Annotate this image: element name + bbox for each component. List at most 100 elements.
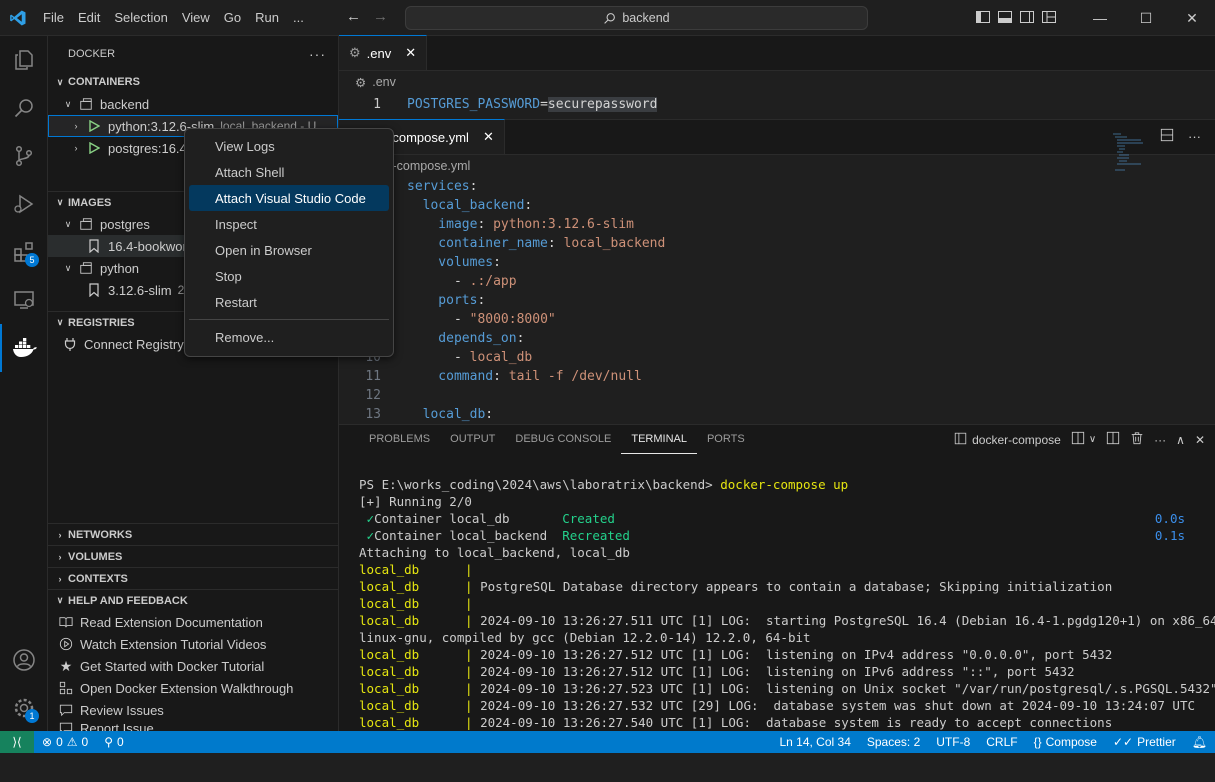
encoding[interactable]: UTF-8	[928, 731, 978, 753]
star-icon: ★	[59, 657, 73, 674]
panel-actions: docker-compose ∨ ··· ∧ ✕	[954, 431, 1205, 448]
explorer-icon[interactable]	[0, 36, 48, 84]
menu-more[interactable]: ...	[286, 0, 311, 36]
source-control-icon[interactable]	[0, 132, 48, 180]
tab-debug-console[interactable]: DEBUG CONSOLE	[505, 425, 621, 454]
menu-item-restart[interactable]: Restart	[189, 289, 389, 315]
log-message: 2024-09-10 13:26:27.512 UTC [1] LOG: lis…	[480, 647, 1113, 662]
menu-file[interactable]: File	[36, 0, 71, 36]
close-window-icon[interactable]: ✕	[1169, 0, 1215, 36]
menu-bar: File Edit Selection View Go Run ...	[36, 0, 311, 36]
tab-problems[interactable]: PROBLEMS	[359, 425, 440, 454]
section-volumes[interactable]: › VOLUMES	[48, 545, 338, 567]
chevron-down-icon[interactable]: ∨	[1089, 434, 1096, 445]
accounts-icon[interactable]	[0, 636, 48, 684]
image-group-label: postgres	[100, 216, 150, 232]
section-networks[interactable]: › NETWORKS	[48, 523, 338, 545]
ports-status[interactable]: ⚲ 0	[96, 731, 131, 753]
toggle-panel-icon[interactable]	[997, 9, 1013, 25]
tab-output[interactable]: OUTPUT	[440, 425, 505, 454]
editor-more-icon[interactable]: ···	[1188, 129, 1201, 144]
help-item-walkthrough[interactable]: Open Docker Extension Walkthrough	[48, 677, 338, 699]
connect-registry-label: Connect Registry...	[84, 336, 194, 352]
run-debug-icon[interactable]	[0, 180, 48, 228]
menu-item-inspect[interactable]: Inspect	[189, 211, 389, 237]
language-mode[interactable]: {} Compose	[1026, 731, 1105, 753]
split-terminal-icon[interactable]	[1071, 431, 1085, 448]
section-containers[interactable]: ∨ CONTAINERS	[48, 71, 338, 93]
log-separator: |	[465, 698, 481, 713]
minimize-icon[interactable]: —	[1077, 0, 1123, 36]
minimap[interactable]	[1113, 132, 1163, 182]
plug-icon	[60, 337, 80, 351]
code-line: 5 volumes:	[339, 253, 1215, 272]
section-title: VOLUMES	[68, 550, 123, 563]
code-line: 6 - .:/app	[339, 272, 1215, 291]
more-actions-icon[interactable]: ···	[309, 46, 326, 62]
help-item-videos[interactable]: Watch Extension Tutorial Videos	[48, 633, 338, 655]
terminal-selector[interactable]: docker-compose	[954, 432, 1061, 448]
menu-item-attach-vscode[interactable]: Attach Visual Studio Code	[189, 185, 389, 211]
menu-item-attach-shell[interactable]: Attach Shell	[189, 159, 389, 185]
menu-go[interactable]: Go	[217, 0, 248, 36]
help-item-review[interactable]: Review Issues	[48, 699, 338, 721]
trash-icon[interactable]	[1130, 431, 1144, 448]
yaml-key: image	[407, 217, 478, 232]
problems-status[interactable]: ⊗ 0 ⚠ 0	[34, 731, 96, 753]
cursor-position[interactable]: Ln 14, Col 34	[771, 731, 858, 753]
extensions-icon[interactable]: 5	[0, 228, 48, 276]
docker-icon[interactable]	[0, 324, 48, 372]
container-group-backend[interactable]: ∨ backend	[48, 93, 338, 115]
search-view-icon[interactable]	[0, 84, 48, 132]
close-panel-icon[interactable]: ✕	[1195, 433, 1205, 447]
panel-more-icon[interactable]: ···	[1154, 433, 1166, 447]
yaml-key: services	[407, 179, 470, 194]
code-line: 8 - "8000:8000"	[339, 310, 1215, 329]
menu-edit[interactable]: Edit	[71, 0, 107, 36]
code-line: 4 container_name: local_backend	[339, 234, 1215, 253]
tab-terminal[interactable]: TERMINAL	[621, 425, 697, 454]
menu-selection[interactable]: Selection	[107, 0, 174, 36]
help-item-report[interactable]: Report Issue	[48, 721, 338, 731]
breadcrumb-env: ⚙ .env	[339, 71, 1215, 93]
compose-code[interactable]: 1services: 2 local_backend: 3 image: pyt…	[339, 177, 1215, 424]
section-title: NETWORKS	[68, 528, 133, 541]
customize-layout-icon[interactable]	[1041, 9, 1057, 25]
container-status-line: ✓Container local_db Created 0.0s	[359, 510, 1209, 527]
log-line: local_db | 2024-09-10 13:26:27.511 UTC [1…	[359, 612, 1215, 629]
maximize-panel-icon[interactable]: ∧	[1176, 433, 1185, 447]
menu-view[interactable]: View	[175, 0, 217, 36]
env-code[interactable]: 1 POSTGRES_PASSWORD=securepassword	[339, 93, 1215, 114]
prettier-status[interactable]: ✓✓ Prettier	[1105, 731, 1184, 753]
help-item-docs[interactable]: Read Extension Documentation	[48, 611, 338, 633]
menu-item-stop[interactable]: Stop	[189, 263, 389, 289]
back-arrow-icon[interactable]: ←	[346, 8, 361, 25]
tab-env[interactable]: ⚙ .env ✕	[339, 35, 428, 70]
manage-gear-icon[interactable]: 1	[0, 684, 48, 732]
close-tab-icon[interactable]: ✕	[405, 45, 416, 61]
sidebar-title: DOCKER	[68, 47, 116, 60]
close-tab-icon[interactable]: ✕	[483, 129, 494, 145]
remote-explorer-icon[interactable]	[0, 276, 48, 324]
menu-run[interactable]: Run	[248, 0, 286, 36]
menu-separator	[189, 319, 389, 320]
tab-ports[interactable]: PORTS	[697, 425, 755, 454]
command-center-search[interactable]: backend	[405, 6, 868, 30]
split-panel-icon[interactable]	[1106, 431, 1120, 448]
menu-item-remove[interactable]: Remove...	[189, 324, 389, 350]
toggle-sidebar-icon[interactable]	[975, 9, 991, 25]
maximize-icon[interactable]: ☐	[1123, 0, 1169, 36]
section-contexts[interactable]: › CONTEXTS	[48, 567, 338, 589]
menu-item-view-logs[interactable]: View Logs	[189, 133, 389, 159]
indentation[interactable]: Spaces: 2	[859, 731, 928, 753]
section-help[interactable]: ∨ HELP AND FEEDBACK	[48, 589, 338, 611]
toggle-secondary-sidebar-icon[interactable]	[1019, 9, 1035, 25]
remote-indicator-icon[interactable]: ⟩⟨	[0, 731, 34, 753]
log-message: linux-gnu, compiled by gcc (Debian 12.2.…	[359, 630, 811, 645]
forward-arrow-icon[interactable]: →	[373, 8, 388, 25]
menu-item-open-browser[interactable]: Open in Browser	[189, 237, 389, 263]
help-label: Review Issues	[80, 702, 164, 718]
end-of-line[interactable]: CRLF	[978, 731, 1025, 753]
notifications-bell-icon[interactable]: 🔔︎	[1184, 731, 1215, 753]
help-item-tutorial[interactable]: ★ Get Started with Docker Tutorial	[48, 655, 338, 677]
